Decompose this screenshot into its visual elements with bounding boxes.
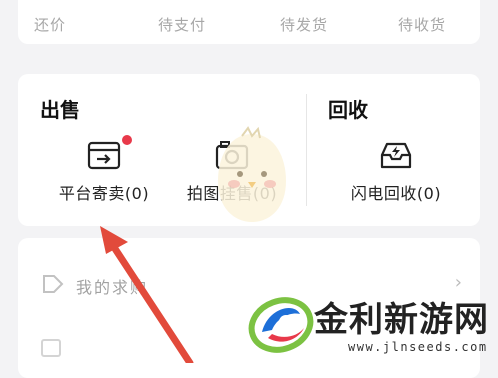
- order-tab-to-receive[interactable]: 待收货: [398, 14, 446, 35]
- site-watermark: 金利新游网 www.jlnseeds.com: [248, 290, 498, 363]
- notification-badge: [122, 135, 132, 145]
- section-divider: [306, 94, 307, 206]
- order-status-row: 还价 待支付 待发货 待收货: [18, 0, 480, 44]
- order-tab-label: 待收货: [398, 16, 447, 34]
- order-tab-bargain[interactable]: 还价: [34, 14, 66, 35]
- watermark-title: 金利新游网: [314, 300, 489, 340]
- order-tab-label: 待发货: [280, 16, 329, 34]
- recycle-section-title: 回收: [328, 98, 368, 122]
- my-wanted-label: 我的求购: [76, 278, 149, 297]
- platform-consignment-label: 平台寄卖(0): [58, 184, 150, 203]
- sell-section-title: 出售: [40, 98, 80, 122]
- platform-consignment-button[interactable]: 平台寄卖(0): [46, 140, 162, 204]
- box-arrow-icon: [87, 141, 121, 170]
- list-icon: [41, 339, 61, 357]
- order-tab-to-ship[interactable]: 待发货: [280, 14, 328, 35]
- order-tab-label: 还价: [34, 16, 67, 34]
- lightning-recycle-label: 闪电回收(0): [350, 184, 442, 203]
- order-tab-label: 待支付: [158, 16, 207, 34]
- watermark-url: www.jlnseeds.com: [348, 340, 488, 354]
- chick-mascot-icon: [218, 126, 286, 222]
- site-logo-icon: [248, 297, 314, 353]
- lightning-tray-icon: [380, 142, 412, 169]
- lightning-recycle-button[interactable]: 闪电回收(0): [336, 140, 456, 204]
- order-tab-to-pay[interactable]: 待支付: [158, 14, 206, 35]
- tag-icon: [43, 275, 64, 293]
